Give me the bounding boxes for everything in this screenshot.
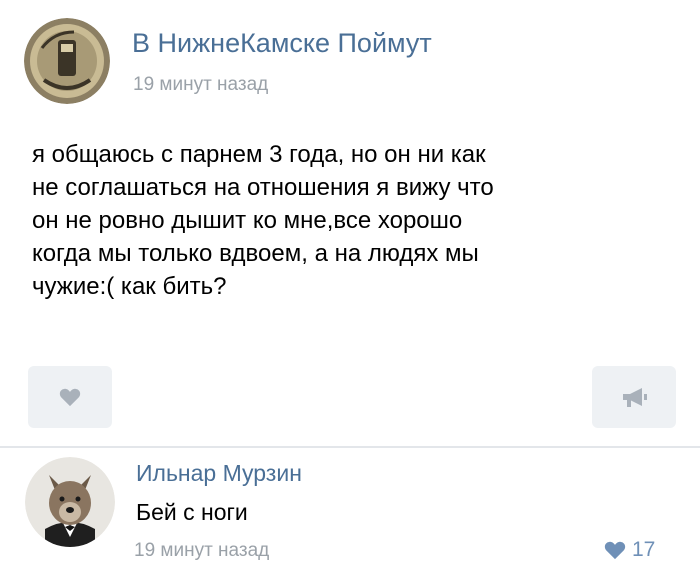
post-timestamp[interactable]: 19 минут назад	[133, 74, 268, 96]
like-button[interactable]	[28, 366, 112, 428]
share-button[interactable]	[592, 366, 676, 428]
divider	[0, 446, 700, 448]
comment-avatar[interactable]	[25, 457, 115, 547]
comment-like-button[interactable]: 17	[604, 538, 655, 562]
comment-like-count: 17	[632, 538, 656, 561]
post-header: В НижнеКамске Поймут 19 минут назад	[20, 14, 680, 106]
comment-timestamp[interactable]: 19 минут назад	[134, 540, 269, 562]
group-name[interactable]: В НижнеКамске Поймут	[132, 28, 432, 59]
post-text-line: я общаюсь с парнем 3 года, но он ни как	[32, 141, 486, 168]
post-text-line: когда мы только вдвоем, а на людях мы	[32, 240, 479, 267]
group-avatar[interactable]	[24, 18, 110, 104]
heart-icon	[604, 541, 626, 560]
post-text-line: он не ровно дышит ко мне,все хорошо	[32, 207, 463, 234]
group-logo-icon	[24, 18, 110, 104]
post-text: я общаюсь с парнем 3 года, но он ни как …	[32, 138, 682, 303]
post-text-line: не соглашаться на отношения я вижу что	[32, 174, 494, 201]
megaphone-icon	[623, 388, 647, 407]
comment-text: Бей с ноги	[136, 499, 248, 525]
wolf-avatar-icon	[25, 457, 115, 547]
heart-icon	[59, 388, 81, 407]
post-text-line: чужие:( как бить?	[32, 273, 227, 300]
comment-author[interactable]: Ильнар Мурзин	[136, 460, 302, 487]
